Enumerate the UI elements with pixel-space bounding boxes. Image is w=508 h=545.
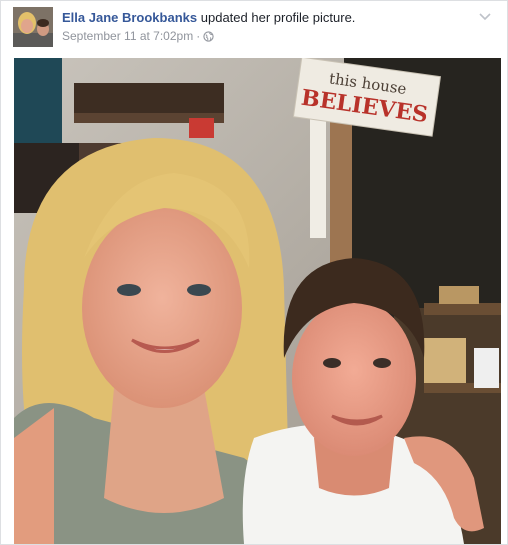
feed-post: Ella Jane Brookbanks updated her profile…	[0, 0, 508, 545]
meta-separator: ·	[196, 29, 201, 43]
post-meta: September 11 at 7:02pm ·	[62, 29, 214, 45]
author-name-link[interactable]: Ella Jane Brookbanks	[62, 10, 197, 25]
post-action-text: updated her profile picture.	[200, 10, 356, 25]
profile-photo[interactable]: this house BELIEVES	[14, 58, 501, 544]
author-avatar[interactable]	[13, 7, 53, 47]
chevron-down-icon[interactable]	[477, 9, 493, 25]
post-header: Ella Jane Brookbanks updated her profile…	[13, 7, 497, 49]
post-timestamp[interactable]: September 11 at 7:02pm	[62, 29, 193, 43]
post-headline: Ella Jane Brookbanks updated her profile…	[62, 10, 355, 25]
globe-icon[interactable]	[203, 31, 214, 45]
